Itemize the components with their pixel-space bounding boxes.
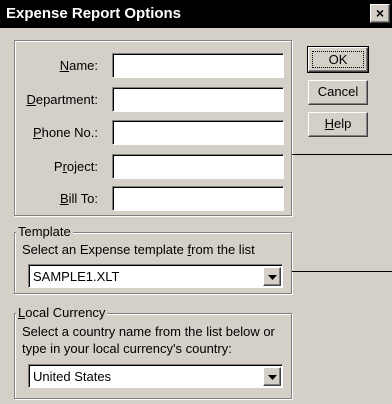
template-description: Select an Expense template from the list — [22, 242, 255, 257]
chevron-down-icon — [268, 275, 277, 280]
close-icon: × — [375, 5, 385, 21]
bill-to-label: Bill To: — [59, 191, 98, 206]
bill-to-field[interactable] — [112, 186, 284, 211]
template-dropdown[interactable]: SAMPLE1.XLT — [28, 264, 283, 288]
name-field[interactable] — [112, 53, 284, 78]
callout-line-template — [292, 271, 392, 272]
phone-label: Phone No.: — [32, 125, 98, 140]
chevron-down-icon — [268, 375, 277, 380]
close-button[interactable]: × — [370, 4, 390, 23]
phone-field[interactable] — [112, 120, 284, 145]
name-label: Name: — [59, 58, 98, 73]
currency-dropdown-button[interactable] — [263, 367, 281, 386]
template-selected-value: SAMPLE1.XLT — [33, 269, 120, 284]
template-dropdown-button[interactable] — [263, 267, 281, 286]
currency-description-line1: Select a country name from the list belo… — [22, 324, 275, 339]
help-button[interactable]: Help — [308, 112, 368, 137]
template-group-title: Template — [16, 224, 73, 239]
department-field[interactable] — [112, 87, 284, 112]
currency-dropdown[interactable]: United States — [28, 364, 283, 388]
currency-description-line2: type in your local currency's country: — [22, 341, 232, 356]
expense-report-options-dialog: Expense Report Options × Name: Departmen… — [0, 0, 392, 404]
dialog-title: Expense Report Options — [6, 5, 182, 22]
callout-line-info — [292, 154, 392, 155]
currency-selected-value: United States — [33, 369, 112, 384]
title-bar: Expense Report Options × — [0, 0, 392, 28]
local-currency-group-title: Local Currency — [16, 305, 108, 320]
cancel-button[interactable]: Cancel — [308, 80, 368, 105]
ok-button[interactable]: OK — [307, 46, 369, 73]
project-label: Project: — [53, 159, 98, 174]
department-label: Department: — [26, 92, 98, 107]
project-field[interactable] — [112, 154, 284, 179]
